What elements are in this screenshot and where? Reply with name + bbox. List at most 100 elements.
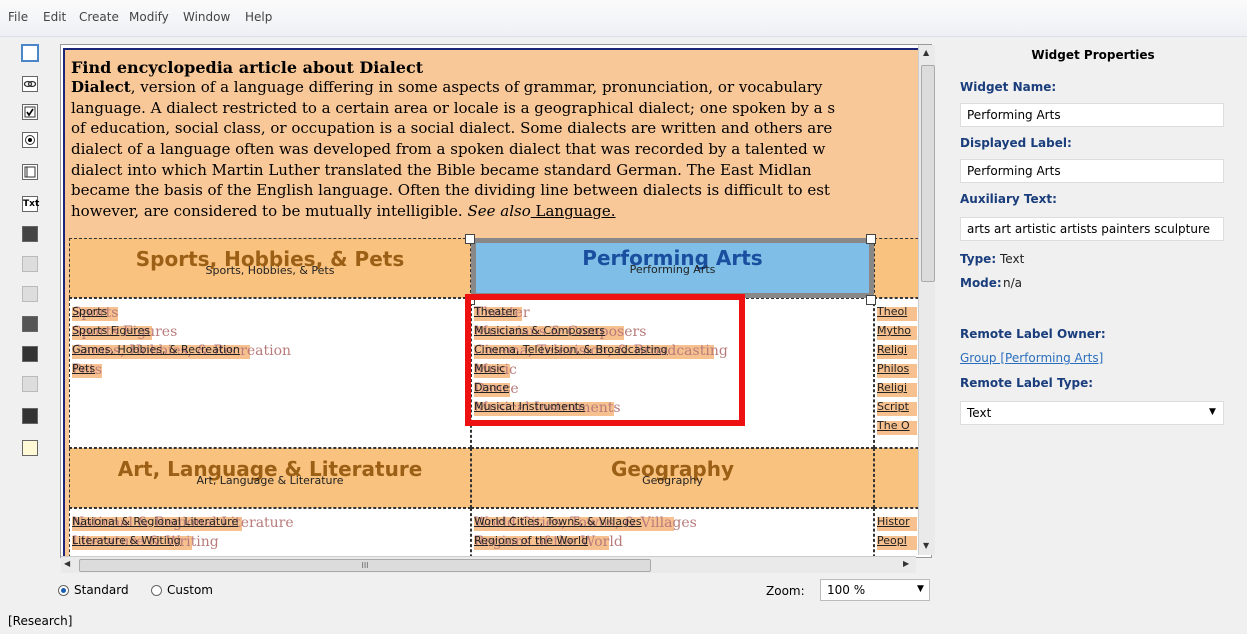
category-link[interactable]: Pets Pets <box>72 362 102 378</box>
category-heading-selected[interactable]: Performing Arts Performing Arts <box>471 238 874 298</box>
status-bar: [Research] <box>0 609 1247 634</box>
article-line: however, are considered to be mutually i… <box>71 202 468 221</box>
category-heading[interactable]: Sports, Hobbies, & Pets Sports, Hobbies,… <box>69 238 471 298</box>
category-link[interactable]: Music Music <box>474 362 517 378</box>
category-heading[interactable]: Art, Language & Literature Art, Language… <box>69 448 471 508</box>
category-link[interactable]: Script <box>877 400 917 416</box>
remote-label-owner-link[interactable]: Group [Performing Arts] <box>960 351 1103 365</box>
remote-label-type-label: Remote Label Type: <box>960 376 1094 390</box>
horizontal-scroll-thumb[interactable]: III <box>79 559 651 572</box>
list-icon[interactable] <box>22 346 38 362</box>
see-also-label: See also <box>467 202 531 221</box>
menu-window[interactable]: Window <box>183 10 230 24</box>
panel-title: Widget Properties <box>1031 48 1155 62</box>
category-link[interactable]: Theol <box>877 305 917 321</box>
menu-help[interactable]: Help <box>245 10 272 24</box>
article-title: Find encyclopedia article about Dialect <box>71 58 424 77</box>
category-link[interactable]: Cinema, Television, & Broadcasting Cinema… <box>474 343 728 359</box>
displayed-label-field[interactable]: Performing Arts <box>960 159 1224 183</box>
see-also-link[interactable]: Language. <box>531 202 616 220</box>
article-body: Dialect, version of a language differing… <box>71 77 916 222</box>
scroll-up-icon[interactable]: ▲ <box>923 48 929 57</box>
article-term: Dialect <box>71 78 131 96</box>
category-label: Performing Arts <box>629 263 716 276</box>
vertical-scrollbar[interactable]: ▲ ▼ <box>918 45 935 555</box>
standard-label: Standard <box>74 583 129 597</box>
category-link[interactable]: Philos <box>877 362 917 378</box>
category-link[interactable]: Musical Instruments Musical Instruments <box>474 400 621 416</box>
panel-icon[interactable] <box>22 408 38 424</box>
radio-icon[interactable] <box>22 132 38 148</box>
article-line: of education, social class, or occupatio… <box>71 119 833 138</box>
category-link-list: Sports Sports Sports Figures Sports Figure… <box>69 298 471 448</box>
note-icon[interactable] <box>22 440 38 456</box>
horizontal-scrollbar[interactable]: ◀ III ▶ <box>61 556 916 573</box>
resize-handle[interactable] <box>465 234 475 244</box>
category-link[interactable]: Peopl <box>877 534 917 550</box>
disabled-icon <box>22 376 38 392</box>
vertical-scroll-thumb[interactable] <box>921 65 935 282</box>
scroll-right-icon[interactable]: ▶ <box>903 559 909 568</box>
category-label: Sports, Hobbies, & Pets <box>205 264 335 277</box>
auxiliary-text-field[interactable]: arts art artistic artists painters sculp… <box>960 217 1224 241</box>
design-canvas[interactable]: Find encyclopedia article about Dialect … <box>60 44 932 558</box>
frame-icon[interactable] <box>22 164 38 180</box>
link-icon[interactable] <box>22 76 38 92</box>
category-link[interactable]: Theater Theater <box>474 305 530 321</box>
category-link[interactable]: World Cities, Towns, & Villages World Cit… <box>474 515 697 531</box>
category-link[interactable]: Religi <box>877 343 917 359</box>
category-link[interactable]: Mytho <box>877 324 917 340</box>
widget-name-field[interactable]: Performing Arts <box>960 103 1224 127</box>
category-link[interactable]: Histor <box>877 515 917 531</box>
article-line: , version of a language differing in som… <box>130 78 823 96</box>
copy-icon[interactable] <box>22 316 38 332</box>
status-text: [Research] <box>8 614 73 628</box>
category-label: Art, Language & Literature <box>196 474 344 487</box>
scroll-down-icon[interactable]: ▼ <box>923 541 929 550</box>
mode-label: Mode: <box>960 276 1002 290</box>
article-line: dialect into which Martin Luther transla… <box>71 160 812 179</box>
remote-label-type-value: Text <box>967 406 992 420</box>
resize-handle[interactable] <box>866 234 876 244</box>
menu-create[interactable]: Create <box>79 10 119 24</box>
group-icon[interactable] <box>22 226 38 242</box>
category-link[interactable]: The O <box>877 419 917 435</box>
menu-edit[interactable]: Edit <box>43 10 66 24</box>
resize-handle[interactable] <box>866 295 876 305</box>
remote-label-type-select[interactable]: Text ▼ <box>960 401 1224 425</box>
text-icon[interactable]: Txt <box>22 196 39 212</box>
category-heading[interactable]: Geography Geography <box>471 448 874 508</box>
category-link[interactable]: Games, Hobbies, & Recreation Games, Hobbi… <box>72 343 291 359</box>
menu-file[interactable]: File <box>8 10 28 24</box>
category-link-list: World Cities, Towns, & Villages World Cit… <box>471 508 874 557</box>
menu-modify[interactable]: Modify <box>129 10 169 24</box>
category-link[interactable]: Musicians & Composers Musicians & Compose… <box>474 324 646 340</box>
category-link-list: National & Regional Literature National &… <box>69 508 471 557</box>
widget-toolbar: Txt <box>20 42 42 482</box>
widget-name-label: Widget Name: <box>960 80 1057 94</box>
category-link[interactable]: Regions of the World Regions of the World <box>474 534 623 550</box>
disabled-icon <box>22 256 38 272</box>
chevron-down-icon: ▼ <box>917 584 924 594</box>
article-line: became the basis of the English language… <box>71 181 830 200</box>
standard-radio[interactable] <box>58 585 69 596</box>
rectangle-icon[interactable] <box>21 44 39 62</box>
scroll-left-icon[interactable]: ◀ <box>64 559 70 568</box>
zoom-select[interactable]: 100 % ▼ <box>820 579 930 601</box>
category-link[interactable]: Literature & Writing Literature & Writing <box>72 534 219 550</box>
chevron-down-icon: ▼ <box>1209 407 1216 417</box>
widget-properties-panel: Widget Properties Widget Name: Performin… <box>948 40 1238 600</box>
zoom-label: Zoom: <box>766 584 805 598</box>
category-link[interactable]: Sports Sports <box>72 305 118 321</box>
menu-bar: File Edit Create Modify Window Help <box>0 0 1247 37</box>
remote-label-owner-label: Remote Label Owner: <box>960 327 1106 341</box>
article-line: language. A dialect restricted to a cert… <box>71 98 836 117</box>
custom-radio[interactable] <box>151 585 162 596</box>
category-link[interactable]: Sports Figures Sports Figures <box>72 324 177 340</box>
checkbox-icon[interactable] <box>22 104 38 120</box>
category-label: Geography <box>642 474 703 487</box>
category-link[interactable]: National & Regional Literature National &… <box>72 515 294 531</box>
category-link[interactable]: Dance Dance <box>474 381 519 397</box>
type-label: Type: <box>960 252 997 266</box>
category-link[interactable]: Religi <box>877 381 917 397</box>
